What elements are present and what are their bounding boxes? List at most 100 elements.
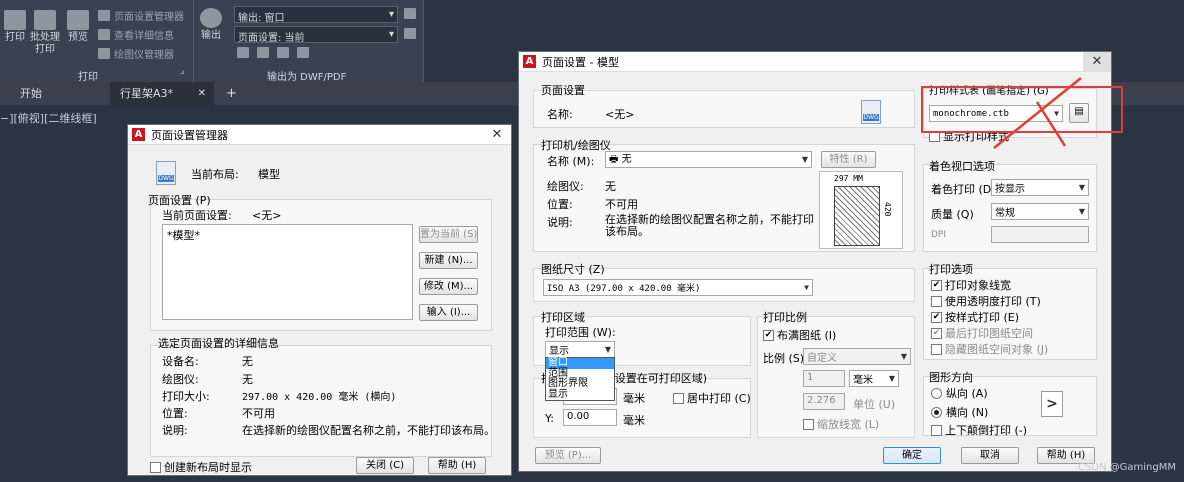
plot-with-styles-checkbox[interactable]: ✔ 按样式打印 (E)	[931, 309, 1019, 325]
printer-name-select[interactable]: 🖶 无 ▼	[605, 151, 812, 168]
export-tools[interactable]	[237, 47, 309, 58]
output-refresh-button[interactable]	[404, 28, 416, 39]
scale-denominator-input[interactable]: 2.276	[803, 393, 845, 410]
plot-paperspace-last-checkbox[interactable]: ✔ 最后打印图纸空间	[931, 325, 1033, 341]
offset-y-label: Y:	[545, 412, 554, 425]
show-on-new-layout-checkbox[interactable]: 创建新布局时显示	[150, 459, 252, 475]
modify-button[interactable]: 修改 (M)...	[419, 278, 478, 295]
properties-button[interactable]: 特性 (R)	[821, 151, 876, 168]
shade-plot-select[interactable]: 按显示 ▼	[991, 179, 1089, 196]
new-tab-button[interactable]: +	[216, 82, 238, 105]
page-setup-list[interactable]: *模型*	[162, 224, 413, 320]
option-limits[interactable]: 图形界限	[546, 378, 614, 390]
dialog-title-bar: A 页面设置管理器	[128, 125, 511, 145]
expand-arrow-icon[interactable]: ⌟	[180, 66, 184, 76]
export-options-icon	[257, 47, 269, 58]
plotter-manager-button[interactable]: 绘图仪管理器	[98, 46, 174, 61]
details-group-title: 选定页面设置的详细信息	[158, 337, 279, 350]
view-details-button[interactable]: 查看详细信息	[98, 27, 174, 42]
what-to-plot-label: 打印范围 (W):	[545, 326, 616, 339]
set-current-button[interactable]: 置为当前 (S)	[419, 226, 478, 243]
preview-button[interactable]: 预览	[64, 10, 92, 44]
close-icon[interactable]: ✕	[1083, 52, 1111, 71]
chevron-down-icon: ▼	[888, 374, 895, 383]
portrait-radio[interactable]: 纵向 (A)	[931, 385, 988, 401]
close-tab-icon[interactable]: ✕	[198, 82, 206, 105]
tab-drawing[interactable]: 行星架A3* ✕	[110, 82, 214, 105]
option-window[interactable]: 窗口	[546, 357, 614, 369]
option-display[interactable]: 显示	[546, 389, 614, 401]
page-setup-manager-button[interactable]: 页面设置管理器	[98, 8, 184, 23]
plot-scale-group-title: 打印比例	[763, 311, 807, 324]
plot-button[interactable]: 打印	[2, 10, 28, 44]
fit-to-paper-checkbox[interactable]: ✔ 布满图纸 (I)	[763, 327, 836, 343]
batch-plot-button[interactable]: 批处理 打印	[30, 10, 60, 56]
center-plot-checkbox[interactable]: 居中打印 (C)	[673, 390, 751, 406]
offset-x-unit: 毫米	[623, 392, 645, 405]
settings-icon	[404, 8, 416, 19]
dpi-label: DPI	[931, 230, 947, 240]
offset-y-unit: 毫米	[623, 414, 645, 427]
orientation-preview-icon: >	[1041, 391, 1063, 417]
export-dwf-icon	[297, 47, 309, 58]
landscape-radio[interactable]: 横向 (N)	[931, 404, 988, 420]
close-button[interactable]: 关闭 (C)	[356, 457, 414, 474]
scale-numerator-input[interactable]: 1	[803, 370, 845, 387]
plot-transparency-checkbox[interactable]: 使用透明度打印 (T)	[931, 293, 1041, 309]
autocad-logo-icon: A	[132, 128, 145, 141]
chevron-down-icon: ▼	[804, 283, 809, 292]
printer-icon	[4, 10, 26, 30]
quality-label: 质量 (Q)	[931, 208, 974, 221]
plot-lineweights-checkbox[interactable]: ✔ 打印对象线宽	[931, 277, 1011, 293]
autocad-logo-icon: A	[523, 55, 536, 68]
scale-lineweights-checkbox[interactable]: 缩放线宽 (L)	[803, 416, 879, 432]
page-setup-dropdown[interactable]: 页面设置: 当前 ▾	[234, 26, 398, 44]
name-label: 名称:	[547, 108, 573, 121]
quality-select[interactable]: 常规 ▼	[991, 203, 1089, 220]
export-icon	[237, 47, 249, 58]
device-label: 设备名:	[162, 355, 199, 368]
help-button[interactable]: 帮助 (H)	[428, 457, 486, 474]
viewport-controls[interactable]: −][俯视][二维线框]	[0, 110, 97, 126]
page-setup-manager-dialog: A 页面设置管理器 ✕ DWG 当前布局: 模型 页面设置 (P) 当前页面设置:…	[127, 124, 512, 476]
printer-icon: 🖶	[609, 154, 622, 165]
cancel-button[interactable]: 取消	[961, 447, 1019, 464]
where-value: 不可用	[242, 407, 275, 420]
output-dropdown[interactable]: 输出: 窗口 ▾	[234, 6, 398, 24]
page-setup-dialog: A 页面设置 - 模型 ✕ 页面设置 名称: <无> DWG 打印机/绘图仪 名称…	[518, 51, 1123, 472]
dialog-title: 页面设置管理器	[151, 128, 228, 142]
plotter-label: 绘图仪:	[162, 373, 199, 386]
plot-upside-down-checkbox[interactable]: 上下颠倒打印 (-)	[931, 422, 1027, 438]
description-label: 说明:	[162, 424, 188, 437]
new-button[interactable]: 新建 (N)...	[419, 252, 478, 269]
description-value: 在选择新的绘图仪配置名称之前，不能打印该布局。	[605, 213, 814, 238]
description-value: 在选择新的绘图仪配置名称之前，不能打印该布局。	[242, 424, 495, 437]
details-icon	[98, 29, 110, 40]
plotter-value: 无	[242, 373, 253, 386]
close-icon[interactable]: ✕	[483, 125, 511, 144]
page-setup-group-title: 页面设置	[541, 84, 585, 97]
tab-start[interactable]: 开始	[10, 82, 108, 105]
preview-icon	[67, 10, 89, 30]
preview-button[interactable]: 预览 (P)...	[535, 447, 601, 464]
current-page-setup-label: 当前页面设置:	[162, 209, 232, 222]
what-to-plot-dropdown[interactable]: 窗口 范围 图形界限 显示	[545, 357, 615, 401]
dpi-input[interactable]	[991, 226, 1089, 243]
scale-label: 比例 (S):	[763, 352, 808, 365]
export-pdf-icon	[277, 47, 289, 58]
output-icon	[200, 8, 222, 28]
scale-unit-select[interactable]: 毫米 ▼	[849, 370, 899, 387]
where-label: 位置:	[547, 198, 573, 211]
name-value: <无>	[605, 108, 635, 121]
output-button[interactable]: 输出	[198, 8, 224, 42]
paper-size-select[interactable]: ISO A3 (297.00 x 420.00 毫米) ▼	[543, 279, 813, 296]
device-value: 无	[242, 355, 253, 368]
output-options-button[interactable]	[404, 8, 416, 19]
list-item[interactable]: *模型*	[167, 227, 200, 243]
offset-y-input[interactable]: 0.00	[563, 409, 617, 426]
import-button[interactable]: 输入 (I)...	[419, 304, 478, 321]
scale-select[interactable]: 自定义 ▼	[803, 348, 911, 365]
ok-button[interactable]: 确定	[883, 447, 941, 464]
what-to-plot-select[interactable]: 显示 ▼	[545, 341, 615, 358]
hide-paperspace-objects-checkbox[interactable]: 隐藏图纸空间对象 (J)	[931, 341, 1048, 357]
